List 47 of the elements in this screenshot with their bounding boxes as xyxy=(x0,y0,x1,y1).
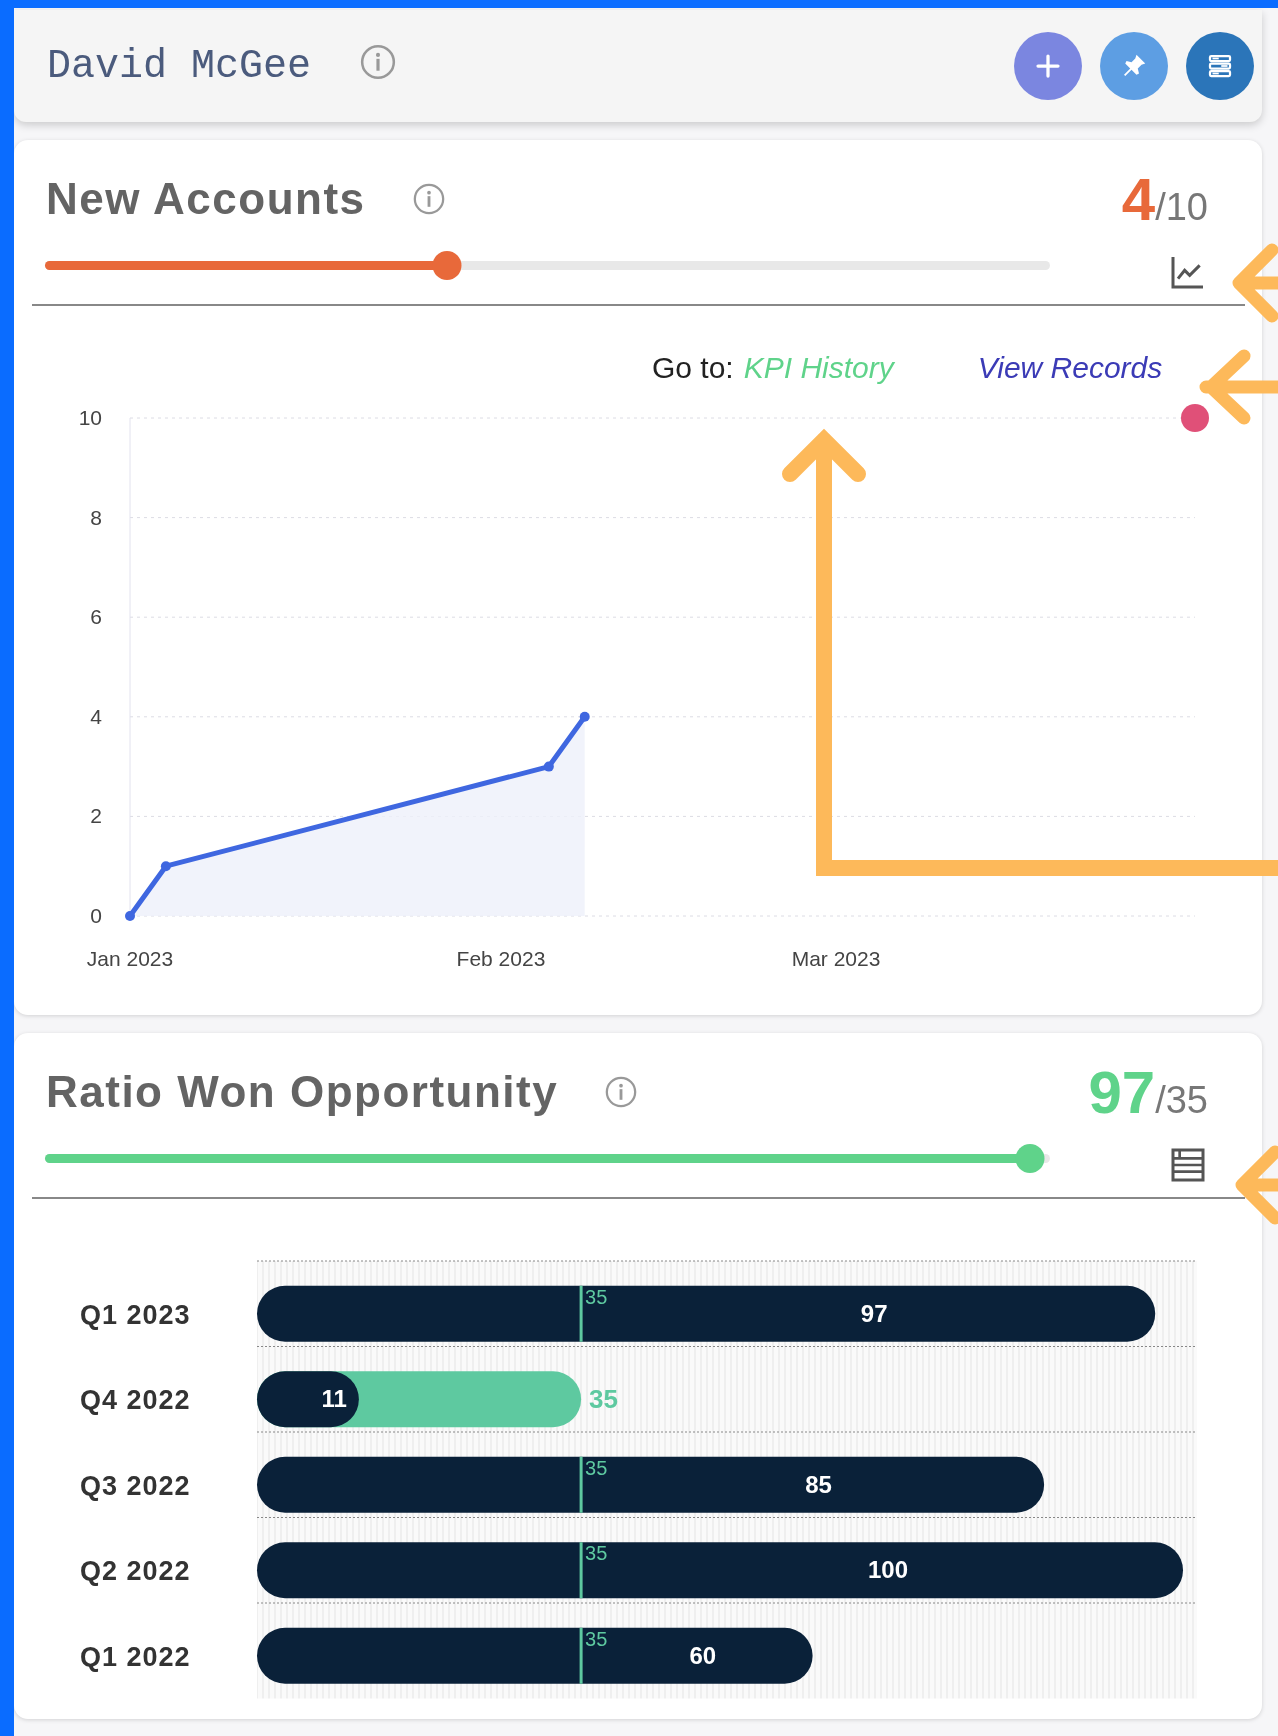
target-line xyxy=(579,1285,583,1342)
value-label: 97 xyxy=(860,1299,888,1327)
view-records-link[interactable]: View Records xyxy=(977,351,1163,385)
y-axis-label: 8 xyxy=(90,505,102,529)
target-dot xyxy=(1181,404,1209,432)
kpi-title: New Accounts xyxy=(46,174,366,224)
target-label: 35 xyxy=(585,1542,608,1565)
value-label: 11 xyxy=(321,1385,347,1413)
target-label: 35 xyxy=(589,1384,618,1415)
x-axis-label: Feb 2023 xyxy=(456,947,546,970)
progress-thumb xyxy=(432,250,462,280)
data-point xyxy=(579,711,590,722)
y-axis-label: 2 xyxy=(90,804,102,828)
info-icon[interactable] xyxy=(604,1075,639,1109)
y-axis-label: 4 xyxy=(90,704,102,728)
progress-thumb xyxy=(1015,1143,1045,1173)
info-icon[interactable] xyxy=(359,43,398,81)
value-label: 60 xyxy=(689,1641,717,1669)
page-title: David McGee xyxy=(47,43,312,89)
category-label: Q1 2023 xyxy=(80,1299,191,1330)
y-axis-label: 6 xyxy=(90,605,102,629)
kpi-value: 4 xyxy=(1121,164,1156,234)
target-label: 35 xyxy=(585,1285,608,1308)
y-axis-label: 0 xyxy=(90,904,102,927)
kpi-target: /10 xyxy=(1155,185,1208,229)
category-label: Q1 2022 xyxy=(80,1641,191,1672)
target-line xyxy=(579,1627,583,1684)
kpi-title: Ratio Won Opportunity xyxy=(46,1067,559,1117)
value-label: 100 xyxy=(868,1556,909,1584)
x-axis-label: Mar 2023 xyxy=(791,947,881,970)
category-label: Q3 2022 xyxy=(80,1470,191,1501)
data-point xyxy=(543,761,554,772)
info-icon[interactable] xyxy=(411,182,446,216)
data-point xyxy=(125,911,135,921)
category-label: Q4 2022 xyxy=(80,1385,191,1416)
target-label: 35 xyxy=(585,1456,608,1479)
target-line xyxy=(579,1456,583,1513)
target-line xyxy=(579,1542,583,1599)
goto-label: Go to: xyxy=(652,351,734,385)
category-label: Q2 2022 xyxy=(80,1556,191,1587)
kpi-target: /35 xyxy=(1155,1078,1208,1122)
data-point xyxy=(160,861,171,872)
target-label: 35 xyxy=(585,1627,608,1650)
y-axis-label: 10 xyxy=(78,406,102,429)
value-label: 85 xyxy=(805,1470,832,1498)
x-axis-label: Jan 2023 xyxy=(86,947,174,970)
kpi-value: 97 xyxy=(1088,1057,1156,1127)
